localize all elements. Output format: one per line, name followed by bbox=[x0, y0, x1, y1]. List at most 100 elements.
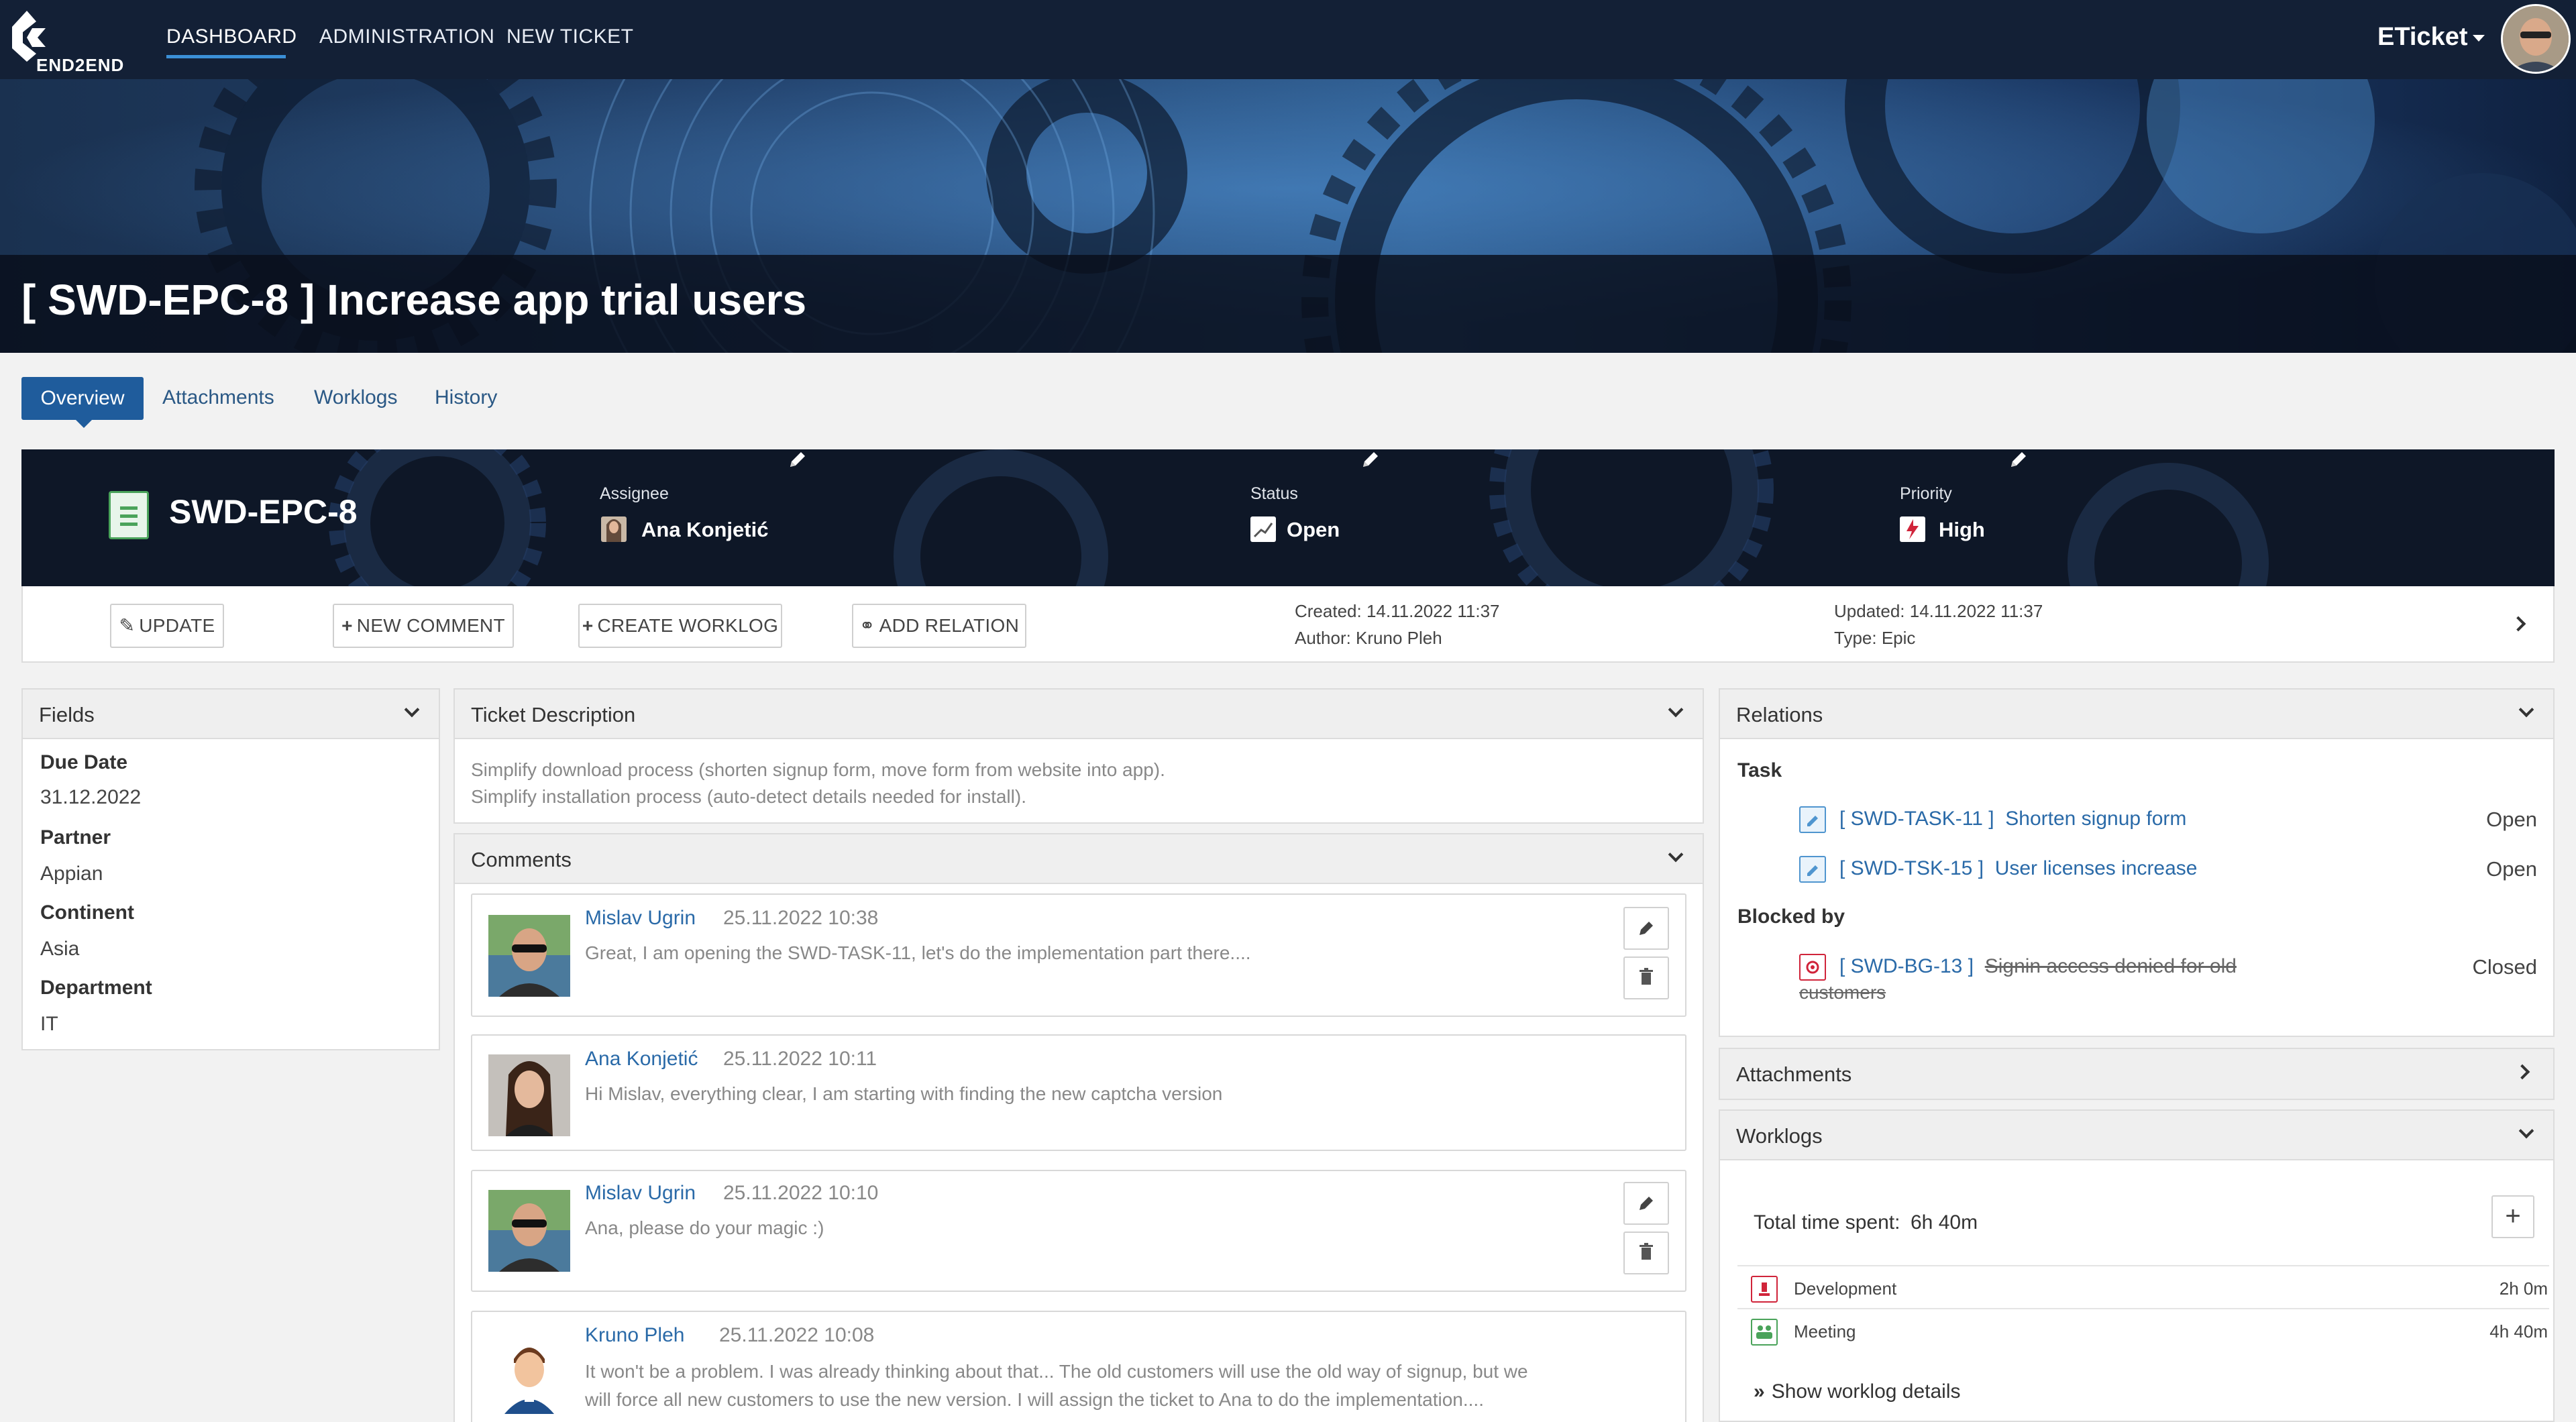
type-info: Type: Epic bbox=[1834, 628, 1916, 648]
created-info: Created: 14.11.2022 11:37 bbox=[1295, 601, 1500, 621]
ticket-action-bar: ✎ UPDATE + NEW COMMENT + CREATE WORKLOG ⚭ AD… bbox=[21, 586, 2555, 663]
comment-date: 25.11.2022 10:08 bbox=[719, 1324, 875, 1346]
comments-panel-header[interactable]: Comments bbox=[455, 834, 1703, 884]
nav-new-ticket[interactable]: NEW TICKET bbox=[506, 25, 633, 48]
worklog-type: Meeting bbox=[1794, 1321, 1856, 1342]
chevron-right-icon[interactable] bbox=[2514, 1064, 2530, 1080]
panel-title: Comments bbox=[471, 848, 572, 871]
comment-author[interactable]: Mislav Ugrin bbox=[585, 1182, 696, 1205]
relations-panel-header[interactable]: Relations bbox=[1720, 690, 2553, 739]
relation-status: Closed bbox=[2472, 955, 2538, 979]
nav-active-indicator bbox=[166, 55, 286, 58]
relation-link[interactable]: [ SWD-TSK-15 ] User licenses increase bbox=[1839, 857, 2198, 880]
commenter-avatar bbox=[488, 1054, 570, 1136]
author-info: Author: Kruno Pleh bbox=[1295, 628, 1442, 648]
priority-high-icon bbox=[1900, 516, 1925, 542]
comment-text: will force all new customers to use the … bbox=[585, 1389, 1484, 1410]
description-panel-header[interactable]: Ticket Description bbox=[455, 690, 1703, 739]
comment-author[interactable]: Kruno Pleh bbox=[585, 1324, 684, 1347]
chevron-right-icon[interactable] bbox=[2510, 616, 2526, 632]
new-comment-button[interactable]: + NEW COMMENT bbox=[333, 604, 514, 648]
panel-title: Fields bbox=[39, 703, 95, 726]
panel-title: Attachments bbox=[1736, 1062, 1852, 1086]
panel-title: Ticket Description bbox=[471, 703, 636, 726]
worklogs-panel-header[interactable]: Worklogs bbox=[1720, 1111, 2553, 1160]
relation-link[interactable]: [ SWD-BG-13 ] Signin access denied for o… bbox=[1839, 955, 2237, 978]
field-value: Asia bbox=[40, 938, 80, 960]
relation-group-title: Blocked by bbox=[1737, 906, 1845, 928]
edit-priority-pencil-icon[interactable] bbox=[2008, 449, 2029, 470]
tab-history[interactable]: History bbox=[435, 386, 497, 409]
chevron-down-icon[interactable] bbox=[1668, 702, 1684, 718]
edit-comment-button[interactable] bbox=[1623, 1182, 1669, 1225]
relation-status: Open bbox=[2486, 857, 2537, 881]
user-avatar[interactable] bbox=[2501, 4, 2571, 74]
relation-link[interactable]: [ SWD-TASK-11 ] Shorten signup form bbox=[1839, 808, 2186, 830]
relation-title-continued[interactable]: customers bbox=[1799, 982, 1886, 1003]
add-worklog-button[interactable]: + bbox=[2491, 1195, 2534, 1238]
double-chevron-down-icon: » bbox=[1754, 1380, 1765, 1403]
bug-icon bbox=[1799, 954, 1826, 981]
relation-status: Open bbox=[2486, 808, 2537, 831]
create-worklog-button[interactable]: + CREATE WORKLOG bbox=[578, 604, 782, 648]
chevron-down-icon[interactable] bbox=[2518, 1123, 2534, 1139]
comment-item: Mislav Ugrin 25.11.2022 10:10 Ana, pleas… bbox=[471, 1170, 1686, 1292]
worklog-row: Development 2h 0m bbox=[1737, 1265, 2549, 1308]
tab-worklogs[interactable]: Worklogs bbox=[314, 386, 397, 409]
attachments-panel: Attachments bbox=[1719, 1048, 2555, 1100]
field-value: IT bbox=[40, 1013, 58, 1035]
edit-status-pencil-icon[interactable] bbox=[1360, 449, 1381, 470]
show-worklog-details-link[interactable]: » Show worklog details bbox=[1754, 1380, 1961, 1403]
top-navigation-bar: END2END DASHBOARD ADMINISTRATION NEW TIC… bbox=[0, 0, 2576, 79]
panel-title: Relations bbox=[1736, 703, 1823, 726]
hero-title-bar: [ SWD-EPC-8 ] Increase app trial users bbox=[0, 255, 2576, 353]
delete-comment-button[interactable] bbox=[1623, 1232, 1669, 1274]
worklogs-panel: Worklogs Total time spent: 6h 40m + Deve… bbox=[1719, 1109, 2555, 1422]
comment-text: Hi Mislav, everything clear, I am starti… bbox=[585, 1083, 1223, 1104]
field-label: Department bbox=[40, 977, 152, 999]
commenter-avatar bbox=[488, 915, 570, 997]
worklog-time: 4h 40m bbox=[2489, 1321, 2548, 1342]
panel-title: Worklogs bbox=[1736, 1124, 1823, 1148]
nav-dashboard[interactable]: DASHBOARD bbox=[166, 25, 297, 48]
page-title: [ SWD-EPC-8 ] Increase app trial users bbox=[21, 276, 807, 324]
worklog-row: Meeting 4h 40m bbox=[1737, 1308, 2549, 1351]
ticket-description-panel: Ticket Description Simplify download pro… bbox=[453, 688, 1704, 824]
total-time-value: 6h 40m bbox=[1911, 1211, 1978, 1234]
comment-text: It won't be a problem. I was already thi… bbox=[585, 1361, 1528, 1382]
nav-administration[interactable]: ADMINISTRATION bbox=[319, 25, 494, 48]
field-label: Due Date bbox=[40, 751, 128, 773]
add-relation-button[interactable]: ⚭ ADD RELATION bbox=[852, 604, 1026, 648]
task-icon bbox=[1799, 806, 1826, 833]
worklog-time: 2h 0m bbox=[2499, 1278, 2548, 1299]
edit-assignee-pencil-icon[interactable] bbox=[788, 449, 808, 470]
attachments-panel-header[interactable]: Attachments bbox=[1720, 1049, 2553, 1099]
trash-icon bbox=[1640, 968, 1653, 985]
updated-info: Updated: 14.11.2022 11:37 bbox=[1834, 601, 2043, 621]
update-button[interactable]: ✎ UPDATE bbox=[110, 604, 224, 648]
user-menu-name[interactable]: ETicket bbox=[2377, 23, 2467, 52]
edit-comment-button[interactable] bbox=[1623, 907, 1669, 950]
chevron-down-icon[interactable] bbox=[1668, 846, 1684, 863]
commenter-avatar bbox=[488, 1332, 570, 1414]
worklog-type: Development bbox=[1794, 1278, 1897, 1299]
tab-overview[interactable]: Overview bbox=[21, 377, 144, 420]
chevron-down-icon[interactable] bbox=[404, 702, 420, 718]
comment-item: Ana Konjetić 25.11.2022 10:11 Hi Mislav,… bbox=[471, 1034, 1686, 1151]
comment-author[interactable]: Mislav Ugrin bbox=[585, 907, 696, 930]
comment-author[interactable]: Ana Konjetić bbox=[585, 1048, 698, 1071]
caret-down-icon[interactable] bbox=[2473, 35, 2485, 42]
tab-active-pointer bbox=[76, 420, 92, 428]
epic-document-icon bbox=[109, 491, 149, 539]
fields-panel-header[interactable]: Fields bbox=[23, 690, 439, 739]
tab-attachments[interactable]: Attachments bbox=[162, 386, 274, 409]
fields-panel: Fields Due Date 31.12.2022 Partner Appia… bbox=[21, 688, 440, 1050]
priority-label: Priority bbox=[1900, 484, 1952, 503]
delete-comment-button[interactable] bbox=[1623, 956, 1669, 999]
chevron-down-icon[interactable] bbox=[2518, 702, 2534, 718]
end2end-logo[interactable]: END2END bbox=[7, 9, 123, 75]
status-open-icon bbox=[1250, 516, 1276, 542]
meeting-icon bbox=[1751, 1319, 1778, 1346]
logo-text: END2END bbox=[36, 55, 125, 75]
comment-text: Ana, please do your magic :) bbox=[585, 1217, 824, 1238]
